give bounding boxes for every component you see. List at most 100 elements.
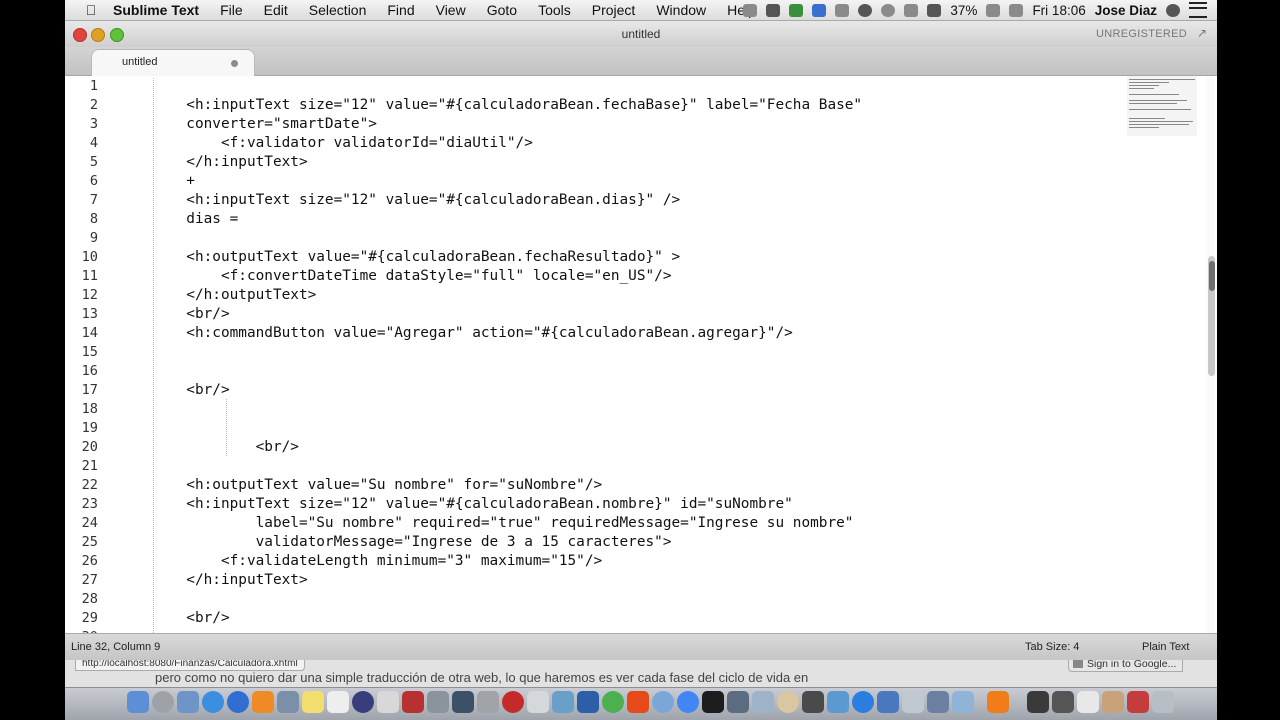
line-number: 24 [81,515,98,531]
battery-percent[interactable]: 37% [950,3,977,18]
window-thumbnail-icon[interactable] [1127,691,1149,713]
messages-icon[interactable] [602,691,624,713]
chrome-icon[interactable] [677,691,699,713]
dropbox-icon[interactable] [789,3,804,17]
line-number: 8 [89,211,98,227]
s3-icon[interactable] [552,691,574,713]
filezilla-icon[interactable] [402,691,424,713]
minimap-line [1129,100,1187,101]
user-name[interactable]: Jose Diaz [1095,3,1157,18]
screen-icon[interactable] [835,3,850,17]
code-text[interactable]: <h:inputText size="12" value="#{calculad… [117,76,1117,633]
printer-icon[interactable] [743,3,758,17]
utility-icon[interactable] [477,691,499,713]
window-thumbnail-icon[interactable] [1052,691,1074,713]
minimap-line [1129,85,1159,86]
google-signin-button[interactable]: Sign in to Google... [1068,660,1184,672]
tab-untitled[interactable]: untitled [91,49,255,76]
line-number: 27 [81,572,98,588]
preview-icon[interactable] [377,691,399,713]
media-app-icon[interactable] [502,691,524,713]
notification-center-icon[interactable] [1189,2,1207,18]
line-number: 2 [89,97,98,113]
menu-project[interactable]: Project [592,2,636,18]
launchpad-icon[interactable] [152,691,174,713]
menu-tools[interactable]: Tools [538,2,571,18]
minimap-line [1129,118,1165,119]
menu-edit[interactable]: Edit [264,2,288,18]
menu-goto[interactable]: Goto [487,2,517,18]
code-line: <br/> [117,610,230,626]
screenshot-icon[interactable] [877,691,899,713]
battery-icon[interactable] [986,3,1001,17]
time-machine-icon[interactable] [881,3,896,17]
menu-find[interactable]: Find [387,2,414,18]
terminal-icon[interactable] [702,691,724,713]
volume-icon[interactable] [927,3,942,17]
vlc-icon[interactable] [987,691,1009,713]
contacts-icon[interactable] [777,691,799,713]
line-number: 28 [81,591,98,607]
minimap[interactable] [1127,76,1197,136]
documents-icon[interactable] [952,691,974,713]
menu-window[interactable]: Window [656,2,706,18]
unsaved-dot-icon[interactable] [231,60,238,67]
menu-file[interactable]: File [220,2,243,18]
fullscreen-icon[interactable]: ↗ [1197,27,1209,39]
code-line: </h:inputText> [117,572,308,588]
code-line: <h:outputText value="Su nombre" for="suN… [117,477,603,493]
downloads-icon[interactable] [927,691,949,713]
window-thumbnail-icon[interactable] [1077,691,1099,713]
minimap-line [1129,127,1159,128]
word-icon[interactable] [577,691,599,713]
syntax-selector[interactable]: Plain Text [1142,641,1190,653]
line-number: 23 [81,496,98,512]
window-thumbnail-icon[interactable] [1027,691,1049,713]
trash-icon[interactable] [1152,691,1174,713]
code-line: converter="smartDate"> [117,116,377,132]
dashboard-icon[interactable] [727,691,749,713]
tab-size-selector[interactable]: Tab Size: 4 [1025,641,1079,653]
input-menu-icon[interactable] [1009,3,1024,17]
spotlight-search-icon[interactable] [1166,3,1180,17]
notes-icon[interactable] [302,691,324,713]
cleaner-icon[interactable] [627,691,649,713]
bluetooth-icon[interactable] [904,3,919,17]
desktop-screen:  Sublime Text File Edit Selection Find … [65,0,1217,720]
scroll-grip-handle[interactable] [1209,261,1215,291]
editor-area[interactable]: 1 2 3 4 5 6 7 8 9 10 11 12 13 14 15 16 1… [65,76,1217,633]
cursor-position: Line 32, Column 9 [71,641,161,653]
network-icon[interactable] [652,691,674,713]
archive-icon[interactable] [902,691,924,713]
firefox-icon[interactable] [252,691,274,713]
wifi-icon[interactable] [858,3,873,17]
minimap-line [1129,94,1179,95]
safari-icon[interactable] [227,691,249,713]
apple-menu-icon[interactable]:  [79,2,103,18]
menu-selection[interactable]: Selection [309,2,367,18]
status-menu-area: 37% Fri 18:06 Jose Diaz [743,0,1207,20]
database-icon[interactable] [527,691,549,713]
clock[interactable]: Fri 18:06 [1032,3,1085,18]
console-icon[interactable] [802,691,824,713]
time-machine-dock-icon[interactable] [752,691,774,713]
app-store-icon[interactable] [202,691,224,713]
code-line: + [117,173,195,189]
mail-icon[interactable] [277,691,299,713]
image-app-icon[interactable] [427,691,449,713]
eclipse-icon[interactable] [352,691,374,713]
calendar-icon[interactable] [327,691,349,713]
line-number: 29 [81,610,98,626]
menu-view[interactable]: View [436,2,466,18]
app-menu[interactable]: Sublime Text [113,2,199,18]
system-preferences-icon[interactable] [177,691,199,713]
google-signin-label: Sign in to Google... [1087,660,1177,670]
skype-icon[interactable] [852,691,874,713]
xcode-icon[interactable] [452,691,474,713]
finder-icon[interactable] [127,691,149,713]
vertical-scrollbar[interactable] [1206,76,1215,633]
sync-icon[interactable] [812,3,827,17]
evernote-icon[interactable] [766,3,781,17]
window-thumbnail-icon[interactable] [1102,691,1124,713]
folder-icon[interactable] [827,691,849,713]
